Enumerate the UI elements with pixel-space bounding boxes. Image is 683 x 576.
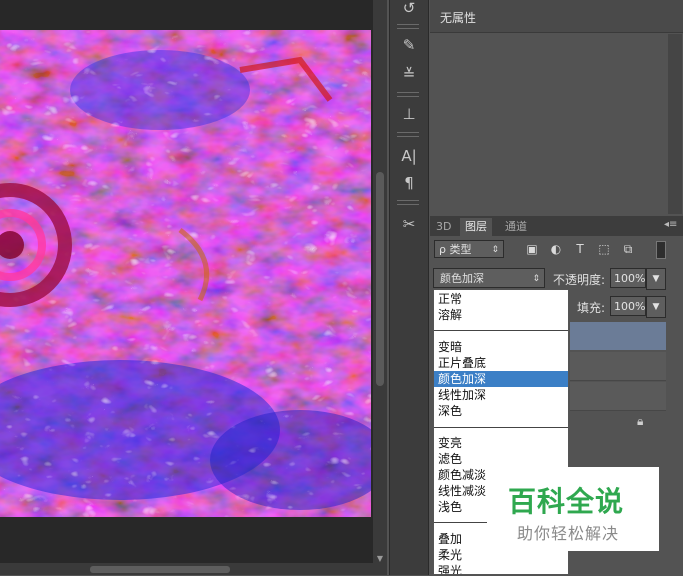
smart-object-filter-icon[interactable]: ⧉: [620, 240, 636, 258]
layer-row[interactable]: [570, 382, 666, 411]
chevron-updown-icon: ⇕: [532, 274, 540, 284]
opacity-field[interactable]: 100%: [610, 268, 646, 288]
opacity-dropdown-arrow-icon[interactable]: ▼: [646, 268, 666, 290]
collapsed-panel-strip: [389, 0, 429, 575]
menu-item-dissolve[interactable]: 溶解: [434, 307, 568, 323]
fill-label: 填充:: [577, 301, 606, 315]
panel-grip[interactable]: [397, 200, 419, 205]
menu-item-screen[interactable]: 滤色: [434, 451, 568, 467]
adjustments-icon[interactable]: ≚: [395, 62, 423, 86]
panel-grip[interactable]: [397, 92, 419, 97]
lock-icon: 🔒︎: [637, 414, 644, 428]
properties-scrollbar[interactable]: [668, 34, 682, 214]
watermark-subtitle: 助你轻松解决: [517, 524, 620, 543]
brush-presets-icon[interactable]: ✎: [395, 33, 423, 57]
layer-filter-label: ρ 类型: [439, 243, 472, 256]
panel-grip[interactable]: [397, 24, 419, 29]
fill-field[interactable]: 100%: [610, 296, 646, 316]
menu-separator: [434, 427, 568, 428]
blend-mode-value: 颜色加深: [440, 272, 484, 285]
menu-item-normal[interactable]: 正常: [434, 291, 568, 307]
tab-3d[interactable]: 3D: [431, 218, 456, 236]
menu-separator: [434, 330, 568, 331]
tools-icon[interactable]: ✂: [395, 212, 423, 236]
layer-row[interactable]: [570, 352, 666, 381]
filter-toggle-switch[interactable]: [656, 241, 666, 259]
menu-item-darken[interactable]: 变暗: [434, 339, 568, 355]
tab-channels[interactable]: 通道: [500, 218, 532, 236]
menu-item-linear-burn[interactable]: 线性加深: [434, 387, 568, 403]
blend-mode-select[interactable]: 颜色加深 ⇕: [433, 268, 545, 288]
paragraph-icon[interactable]: ¶: [395, 171, 423, 195]
vertical-scrollbar-thumb[interactable]: [376, 172, 384, 386]
properties-title: 无属性: [440, 11, 477, 25]
shape-filter-icon[interactable]: ⬚: [596, 240, 612, 258]
type-filter-icon[interactable]: T: [572, 240, 588, 258]
menu-item-hard-light[interactable]: 强光: [434, 563, 568, 574]
character-icon[interactable]: A|: [395, 144, 423, 168]
tab-layers[interactable]: 图层: [460, 218, 492, 236]
menu-item-lighten[interactable]: 变亮: [434, 435, 568, 451]
psychedelic-artwork-image: [0, 30, 371, 517]
layer-row-selected[interactable]: [570, 322, 666, 350]
menu-item-multiply[interactable]: 正片叠底: [434, 355, 568, 371]
watermark-title: 百科全说: [508, 485, 625, 518]
adjustment-filter-icon[interactable]: ◐: [548, 240, 564, 258]
menu-item-color-burn[interactable]: 颜色加深: [434, 371, 568, 387]
layer-filter-select[interactable]: ρ 类型 ⇕: [434, 240, 504, 258]
pixel-filter-icon[interactable]: ▣: [524, 240, 540, 258]
menu-item-darker-color[interactable]: 深色: [434, 403, 568, 419]
history-icon[interactable]: ↺: [395, 0, 423, 20]
horizontal-scrollbar-thumb[interactable]: [90, 566, 230, 573]
panel-grip[interactable]: [397, 132, 419, 137]
fill-dropdown-arrow-icon[interactable]: ▼: [646, 296, 666, 318]
clone-source-icon[interactable]: ⊥: [395, 102, 423, 126]
chevron-updown-icon: ⇕: [491, 245, 499, 255]
opacity-label: 不透明度:: [553, 273, 606, 287]
panel-menu-icon[interactable]: ◂≡: [664, 219, 677, 230]
